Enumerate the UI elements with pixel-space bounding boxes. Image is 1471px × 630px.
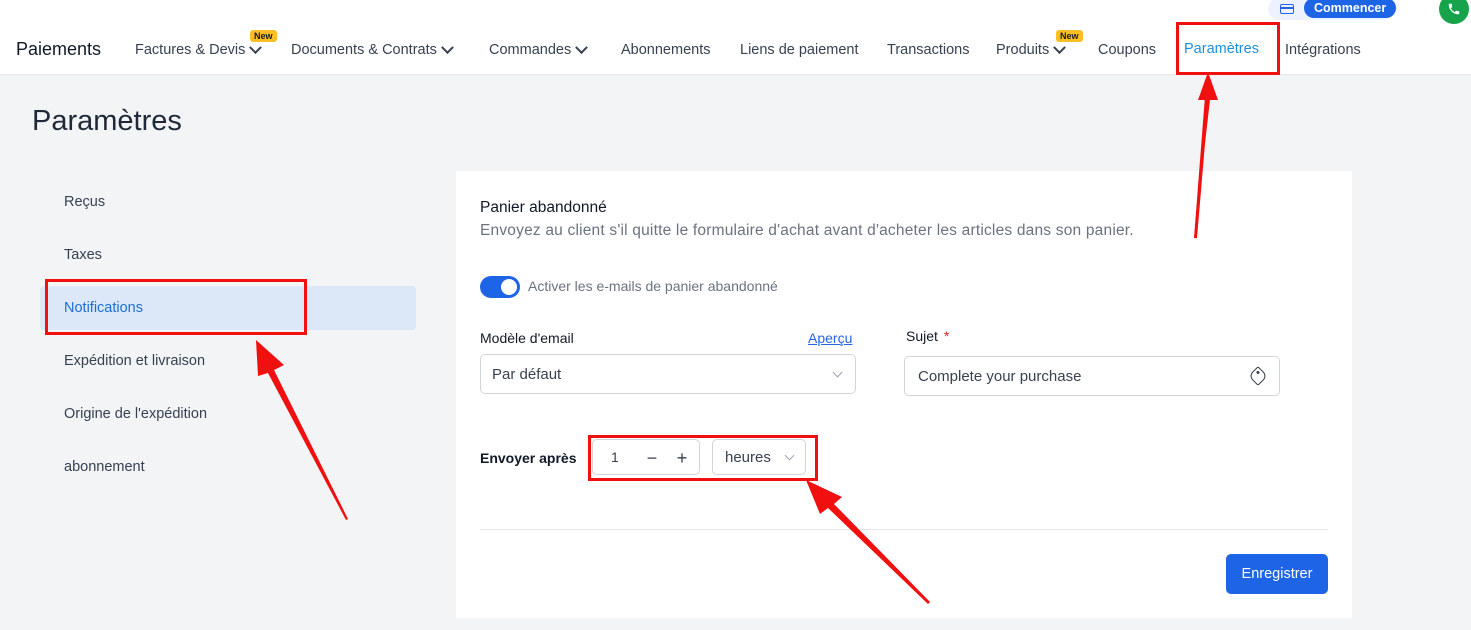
section-subtitle: Envoyez au client s'il quitte le formula…: [480, 222, 1134, 239]
template-select[interactable]: Par défaut: [480, 354, 856, 394]
sidebar-item-origine[interactable]: Origine de l'expédition: [40, 392, 416, 436]
nav-commandes[interactable]: Commandes: [489, 40, 589, 58]
send-after-label: Envoyer après: [480, 450, 577, 466]
commencer-button[interactable]: Commencer: [1304, 0, 1397, 18]
annotation-box-parametres: [1176, 22, 1280, 75]
subject-input[interactable]: Complete your purchase: [904, 356, 1280, 396]
page-title: Paramètres: [32, 105, 182, 137]
chevron-down-icon: [575, 40, 589, 54]
save-button[interactable]: Enregistrer: [1226, 554, 1328, 594]
nav-label: Documents & Contrats: [291, 42, 437, 58]
sidebar-item-expedition[interactable]: Expédition et livraison: [40, 339, 416, 383]
toggle-knob: [501, 279, 517, 295]
subject-label: Sujet *: [906, 328, 949, 344]
chevron-down-icon: [832, 367, 843, 378]
nav-label: Coupons: [1098, 42, 1157, 58]
subject-label-text: Sujet: [906, 328, 938, 344]
chevron-down-icon: [249, 40, 263, 54]
required-mark: *: [943, 328, 950, 344]
phone-glyph: [1448, 3, 1460, 15]
nav-produits[interactable]: Produits: [996, 40, 1067, 58]
nav-integrations[interactable]: Intégrations: [1285, 42, 1361, 58]
sidebar-item-abonnement[interactable]: abonnement: [40, 445, 416, 489]
nav-liens-paiement[interactable]: Liens de paiement: [740, 42, 859, 58]
enable-abandoned-cart-toggle[interactable]: [480, 276, 520, 298]
abandoned-cart-card: Panier abandonné Envoyez au client s'il …: [456, 171, 1352, 618]
nav-label: Abonnements: [621, 42, 711, 58]
tag-icon[interactable]: [1248, 366, 1268, 386]
sidebar-item-recus[interactable]: Reçus: [40, 180, 416, 224]
nav-label: Produits: [996, 42, 1050, 58]
chevron-down-icon: [1053, 40, 1067, 54]
nav-coupons[interactable]: Coupons: [1098, 42, 1156, 58]
nav-label: Commandes: [489, 42, 572, 58]
toggle-label: Activer les e-mails de panier abandonné: [528, 278, 778, 294]
section-title: Panier abandonné: [480, 199, 607, 216]
commencer-pill: Commencer: [1268, 0, 1397, 20]
template-value: Par défaut: [492, 366, 562, 383]
brand-title: Paiements: [16, 39, 102, 59]
preview-link[interactable]: Aperçu: [808, 330, 852, 346]
sidebar-item-taxes[interactable]: Taxes: [40, 233, 416, 277]
annotation-box-send-after: [588, 435, 818, 481]
nav-factures-devis[interactable]: Factures & Devis: [135, 40, 263, 58]
chevron-down-icon: [441, 40, 454, 54]
new-badge: New: [250, 30, 277, 42]
new-badge: New: [1056, 30, 1083, 42]
annotation-box-notifications: [45, 279, 307, 335]
subject-value: Complete your purchase: [918, 368, 1082, 385]
credit-card-icon: [1280, 4, 1294, 14]
divider: [480, 529, 1328, 530]
nav-documents-contrats[interactable]: Documents & Contrats: [291, 40, 454, 58]
phone-icon[interactable]: [1439, 0, 1469, 24]
nav-label: Intégrations: [1285, 42, 1361, 58]
nav-label: Liens de paiement: [740, 42, 859, 58]
template-label: Modèle d'email: [480, 330, 574, 346]
nav-transactions[interactable]: Transactions: [887, 42, 969, 58]
nav-abonnements[interactable]: Abonnements: [621, 42, 710, 58]
nav-label: Transactions: [887, 42, 970, 58]
nav-label: Factures & Devis: [135, 42, 246, 58]
